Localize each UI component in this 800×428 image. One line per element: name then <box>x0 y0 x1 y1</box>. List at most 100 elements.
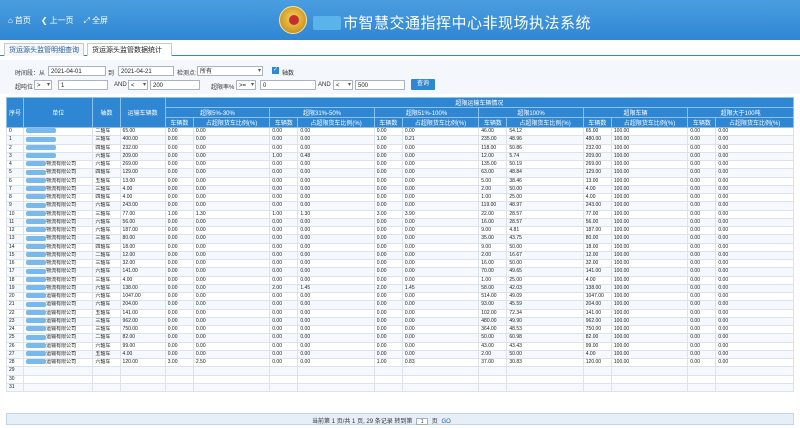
cell-count-over-100t: 0.00 <box>687 159 717 170</box>
redacted-company-mask <box>26 186 47 192</box>
checkpoint-select[interactable]: 所有 <box>197 66 263 76</box>
cell-ratio-31-50 <box>297 382 375 393</box>
cell-axle-type: 六轴车 <box>92 201 121 211</box>
table-row[interactable]: 20 运输有限公司 六轴车 1047.00 0.00 0.00 0.00 0.00 0.00 0.… <box>5 291 794 302</box>
cell-ratio-overlimit: 100.00 <box>610 283 689 294</box>
table-row[interactable]: 18 物流有限公司 三轴车 4.00 0.00 0.00 0.00 0.00 0.00 0.00 1… <box>5 275 794 285</box>
table-row[interactable]: 11 物流有限公司 六轴车 56.00 0.00 0.00 0.00 0.00 0.00 0.00… <box>5 217 794 228</box>
cell-count-over-100t: 0.00 <box>687 126 717 137</box>
redacted-company-mask <box>26 178 47 183</box>
cell-ratio-over-100t: 0.00 <box>715 316 794 327</box>
cell-unit-name <box>23 374 94 384</box>
cell-ratio-100: 30.83 <box>506 357 584 368</box>
cell-ratio-51-100: 0.00 <box>401 126 480 137</box>
cell-ratio-over-100t: 0.00 <box>715 126 794 137</box>
rate-max-input[interactable]: 500 <box>355 80 405 90</box>
table-row[interactable]: 13 物流有限公司 三轴车 80.00 0.00 0.00 0.00 0.00 0.00 0.00… <box>5 234 794 244</box>
operator-select-2[interactable]: < <box>128 80 148 90</box>
table-row[interactable]: 5 物流有限公司 四轴车 129.00 0.00 0.00 0.00 0.00 0.00 0.00… <box>5 168 794 178</box>
cell-count-51-100 <box>373 366 403 376</box>
rate-min-input[interactable]: 0 <box>260 80 316 90</box>
cell-count-51-100: 0.00 <box>373 250 403 261</box>
table-row[interactable]: 0 二轴车 65.00 0.00 0.00 0.00 0.00 0.00 0.00 46.00 54… <box>5 126 794 137</box>
cell-count-over-100t: 0.00 <box>687 250 717 261</box>
cell-ratio-31-50: 0.00 <box>297 192 375 203</box>
table-row[interactable]: 10 物流有限公司 三轴车 77.00 1.00 1.30 1.00 1.30 3.00 3.90… <box>5 209 794 219</box>
table-row[interactable]: 17 物流有限公司 六轴车 141.00 0.00 0.00 0.00 0.00 0.00 0.0… <box>5 267 794 277</box>
table-row[interactable]: 19 物流有限公司 六轴车 138.00 0.00 0.00 2.00 1.45 2.00 1.4… <box>5 283 794 294</box>
cell-count-overlimit: 204.00 <box>582 300 612 310</box>
table-row[interactable]: 30 <box>5 374 794 384</box>
table-row[interactable]: 27 运输有限公司 五轴车 4.00 0.00 0.00 0.00 0.00 0.00 0.00 2… <box>5 349 794 360</box>
axle-checkbox[interactable] <box>272 66 279 74</box>
table-row[interactable]: 28 运输有限公司 六轴车 120.00 3.00 2.50 0.00 0.00 1.00 0.8… <box>5 357 794 368</box>
col-header-overlimit-group: 超限运输车辆情况 <box>164 97 795 108</box>
table-row[interactable]: 12 物流有限公司 六轴车 187.00 0.00 0.00 0.00 0.00 0.00 0.0… <box>5 225 794 236</box>
cell-count-over-100t: 0.00 <box>687 242 717 252</box>
table-row[interactable]: 26 运输有限公司 六轴车 99.00 0.00 0.00 0.00 0.00 0.00 0.00… <box>5 341 794 351</box>
table-row[interactable]: 9 物流有限公司 六轴车 243.00 0.00 0.00 0.00 0.00 0.00 0.00… <box>5 201 794 211</box>
table-row[interactable]: 29 <box>5 366 794 376</box>
table-row[interactable]: 7 物流有限公司 三轴车 4.00 0.00 0.00 0.00 0.00 0.00 0.00 2.… <box>5 184 794 195</box>
table-row[interactable]: 23 运输有限公司 三轴车 962.00 0.00 0.00 0.00 0.00 0.00 0.0… <box>5 316 794 327</box>
unit-name-text: 运输有限公司 <box>46 326 77 333</box>
filter-row-date: 时间段：从 2021-04-01 到 2021-04-21 检测点: 所有 轴数 <box>0 66 800 78</box>
date-to-input[interactable]: 2021-04-21 <box>118 66 174 76</box>
cell-ratio-overlimit: 100.00 <box>610 341 689 351</box>
cell-ratio-overlimit <box>610 374 689 384</box>
cell-ratio-51-100 <box>401 382 480 393</box>
group-header-overlimit: 超限车辆 <box>582 107 689 118</box>
cell-count-overlimit: 1047.00 <box>582 291 612 302</box>
redacted-company-mask <box>26 285 47 291</box>
cell-count-100: 70.00 <box>478 267 508 277</box>
go-button[interactable]: GO <box>441 419 450 425</box>
cell-count-100: 2.00 <box>478 349 508 360</box>
cell-ratio-100: 25.00 <box>506 275 584 285</box>
ton-max-input[interactable]: 200 <box>150 80 200 90</box>
operator-select-1[interactable]: > <box>34 80 52 90</box>
table-row[interactable]: 15 物流有限公司 二轴车 12.00 0.00 0.00 0.00 0.00 0.00 0.00… <box>5 250 794 261</box>
cell-axle-type <box>92 382 121 393</box>
table-row[interactable]: 21 运输有限公司 六轴车 204.00 0.00 0.00 0.00 0.00 0.00 0.0… <box>5 300 794 310</box>
table-row[interactable]: 4 物流有限公司 六轴车 269.00 0.00 0.00 0.00 0.00 0.00 0.00… <box>5 159 794 170</box>
sub-header-ratio: 占超限货车比例(%) <box>506 117 584 128</box>
operator-select-3[interactable]: >= <box>236 80 256 90</box>
table-row[interactable]: 22 运输有限公司 五轴车 141.00 0.00 0.00 0.00 0.00 0.00 0.0… <box>5 308 794 318</box>
cell-ratio-51-100 <box>401 366 480 376</box>
table-row[interactable]: 24 运输有限公司 三轴车 750.00 0.00 0.00 0.00 0.00 0.00 0.0… <box>5 324 794 335</box>
table-row[interactable]: 14 物流有限公司 四轴车 18.00 0.00 0.00 0.00 0.00 0.00 0.00… <box>5 242 794 252</box>
cell-row-index: 20 <box>5 291 25 302</box>
cell-ratio-100: 50.00 <box>506 184 584 195</box>
cell-ratio-over-100t: 0.00 <box>715 209 794 219</box>
nav-back[interactable]: ❮ 上一页 <box>41 15 74 26</box>
page-jump-input[interactable]: 1 <box>416 417 429 425</box>
tab-statistics[interactable]: 货运源头监管数据统计 <box>87 43 172 56</box>
table-row[interactable]: 25 运输有限公司 二轴车 82.00 0.00 0.00 0.00 0.00 0.00 0.00… <box>5 333 794 343</box>
operator-select-4[interactable]: < <box>333 80 353 90</box>
cell-ratio-overlimit: 100.00 <box>610 143 689 153</box>
cell-ratio-over-100t: 0.00 <box>715 333 794 343</box>
date-from-input[interactable]: 2021-04-01 <box>48 66 106 76</box>
redacted-company-mask <box>26 194 47 200</box>
cell-ratio-over-100t: 0.00 <box>715 242 794 252</box>
tab-detail-query[interactable]: 货运源头监管明细查询 <box>4 43 84 56</box>
pager-current-page: 1 <box>331 419 336 425</box>
cell-ratio-51-100: 0.00 <box>401 341 480 351</box>
table-row[interactable]: 16 物流有限公司 三轴车 32.00 0.00 0.00 0.00 0.00 0.00 0.00… <box>5 258 794 269</box>
table-row[interactable]: 6 物流有限公司 五轴车 13.00 0.00 0.00 0.00 0.00 0.00 0.00 5… <box>5 176 794 186</box>
cell-row-index: 5 <box>5 168 25 178</box>
query-button[interactable]: 查询 <box>411 79 436 90</box>
cell-ratio-31-50: 0.00 <box>297 234 375 244</box>
nav-home[interactable]: ⌂ 首页 <box>8 15 31 26</box>
table-row[interactable]: 2 四轴车 232.00 0.00 0.00 0.00 0.00 0.00 0.00 118.00… <box>5 143 794 153</box>
cell-vehicle-total: 187.00 <box>119 225 166 236</box>
nav-fullscreen[interactable]: ⤢ 全屏 <box>84 15 108 26</box>
table-row[interactable]: 3 六轴车 209.00 0.00 0.00 1.00 0.48 0.00 0.00 12.00 5… <box>5 151 794 162</box>
table-row[interactable]: 1 三轴车 400.00 0.00 0.00 0.00 0.00 1.00 0.21 235.00… <box>5 135 794 145</box>
table-row[interactable]: 31 <box>5 382 794 393</box>
cell-ratio-31-50: 0.00 <box>297 242 375 252</box>
ton-min-input[interactable]: 1 <box>58 80 108 90</box>
cell-count-51-100: 0.00 <box>373 234 403 244</box>
cell-ratio-5-30: 0.00 <box>192 151 271 162</box>
table-row[interactable]: 8 物流有限公司 四轴车 4.00 0.00 0.00 0.00 0.00 0.00 0.00 1.… <box>5 192 794 203</box>
